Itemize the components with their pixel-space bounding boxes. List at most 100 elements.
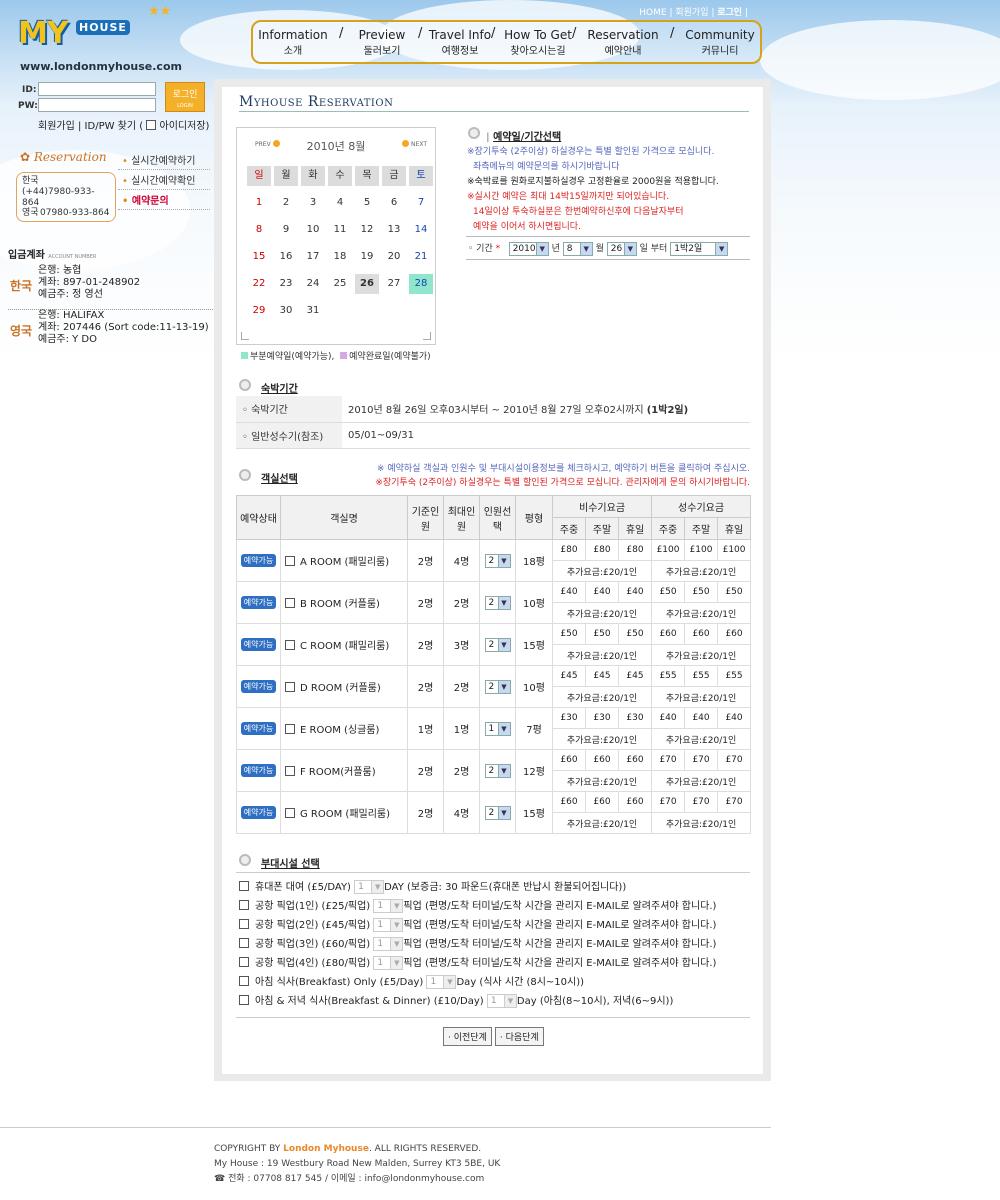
id-input[interactable] bbox=[38, 82, 156, 96]
facility-checkbox[interactable] bbox=[239, 995, 249, 1005]
calendar-day[interactable]: 19 bbox=[355, 247, 379, 267]
room-checkbox[interactable] bbox=[285, 682, 295, 692]
people-select[interactable]: 2 ▼ bbox=[484, 763, 511, 778]
calendar-day[interactable]: 15 bbox=[247, 247, 271, 267]
status-badge[interactable]: 예약가능 bbox=[240, 764, 277, 777]
facility-qty-select[interactable]: 1 ▼ bbox=[373, 918, 404, 932]
month-select[interactable]: 8 ▼ bbox=[562, 241, 593, 256]
calendar-next[interactable]: NEXT bbox=[402, 140, 427, 148]
calendar-day[interactable]: 10 bbox=[301, 220, 325, 240]
nav-information[interactable]: Information 소개 bbox=[257, 28, 329, 57]
calendar-day[interactable]: 24 bbox=[301, 274, 325, 294]
room-checkbox[interactable] bbox=[285, 724, 295, 734]
status-badge[interactable]: 예약가능 bbox=[240, 638, 277, 651]
status-badge[interactable]: 예약가능 bbox=[240, 596, 277, 609]
calendar-day[interactable]: 31 bbox=[301, 301, 325, 321]
calendar-day[interactable]: 13 bbox=[382, 220, 406, 240]
facility-qty-value: 1 bbox=[490, 996, 497, 1006]
calendar-day[interactable]: 17 bbox=[301, 247, 325, 267]
facility-qty-select[interactable]: 1 ▼ bbox=[354, 880, 385, 894]
calendar-day[interactable]: 2 bbox=[274, 193, 298, 213]
calendar-day[interactable]: 26 bbox=[355, 274, 379, 294]
calendar-day[interactable]: 18 bbox=[328, 247, 352, 267]
people-select[interactable]: 2 ▼ bbox=[484, 595, 511, 610]
room-checkbox[interactable] bbox=[285, 766, 295, 776]
calendar-day[interactable]: 1 bbox=[247, 193, 271, 213]
calendar-day[interactable]: 4 bbox=[328, 193, 352, 213]
join-link[interactable]: 회원가입 bbox=[38, 121, 75, 132]
home-link[interactable]: HOME bbox=[639, 8, 666, 18]
login-button[interactable]: 로그인 LOGIN bbox=[165, 82, 205, 112]
calendar-day[interactable]: 9 bbox=[274, 220, 298, 240]
pw-input[interactable] bbox=[38, 98, 156, 112]
people-select[interactable]: 2 ▼ bbox=[484, 553, 511, 568]
facility-qty-select[interactable]: 1 ▼ bbox=[373, 899, 404, 913]
calendar-day[interactable]: 21 bbox=[409, 247, 433, 267]
people-select[interactable]: 2 ▼ bbox=[484, 679, 511, 694]
facility-checkbox[interactable] bbox=[239, 938, 249, 948]
side-menu-list: 실시간예약하기 실시간예약확인 예약문의 bbox=[118, 150, 210, 210]
calendar-day[interactable]: 6 bbox=[382, 193, 406, 213]
save-id-checkbox[interactable] bbox=[146, 120, 157, 130]
status-badge[interactable]: 예약가능 bbox=[240, 806, 277, 819]
nav-how-to-get[interactable]: How To Get 찾아오시는길 bbox=[499, 28, 577, 57]
nav-community[interactable]: Community 커뮤니티 bbox=[681, 28, 759, 57]
period-label-text: 기간 bbox=[476, 244, 493, 254]
login-link[interactable]: 로그인 bbox=[717, 8, 742, 18]
calendar-day[interactable]: 3 bbox=[301, 193, 325, 213]
facility-item: 아침 & 저녁 식사(Breakfast & Dinner) (£10/Day)… bbox=[239, 992, 750, 1011]
people-select[interactable]: 2 ▼ bbox=[484, 805, 511, 820]
side-item-inquiry[interactable]: 예약문의 bbox=[118, 190, 210, 210]
calendar-day[interactable]: 5 bbox=[355, 193, 379, 213]
nav-preview[interactable]: Preview 둘러보기 bbox=[351, 28, 413, 57]
room-checkbox[interactable] bbox=[285, 598, 295, 608]
nav-separator: / bbox=[670, 26, 675, 41]
people-select[interactable]: 1 ▼ bbox=[484, 721, 511, 736]
calendar-day[interactable]: 8 bbox=[247, 220, 271, 240]
facility-checkbox[interactable] bbox=[239, 976, 249, 986]
facility-checkbox[interactable] bbox=[239, 900, 249, 910]
bank-title-sub: ACCOUNT NUMBER bbox=[48, 254, 97, 260]
calendar-day[interactable]: 12 bbox=[355, 220, 379, 240]
status-badge[interactable]: 예약가능 bbox=[240, 554, 277, 567]
nav-travel-info[interactable]: Travel Info 여행정보 bbox=[427, 28, 493, 57]
price-off: £60 bbox=[617, 791, 653, 813]
facility-qty-select[interactable]: 1 ▼ bbox=[426, 975, 457, 989]
calendar-day[interactable]: 28 bbox=[409, 274, 433, 294]
next-step-button[interactable]: · 다음단계 bbox=[494, 1027, 544, 1046]
day-select[interactable]: 26 ▼ bbox=[606, 241, 637, 256]
status-badge[interactable]: 예약가능 bbox=[240, 680, 277, 693]
nights-select[interactable]: 1박2일 ▼ bbox=[670, 241, 729, 256]
calendar-day[interactable]: 14 bbox=[409, 220, 433, 240]
nav-reservation[interactable]: Reservation 예약안내 bbox=[583, 28, 663, 57]
calendar-day[interactable]: 30 bbox=[274, 301, 298, 321]
facility-checkbox[interactable] bbox=[239, 919, 249, 929]
people-select[interactable]: 2 ▼ bbox=[484, 637, 511, 652]
calendar-day[interactable]: 29 bbox=[247, 301, 271, 321]
calendar-day[interactable]: 23 bbox=[274, 274, 298, 294]
join-link[interactable]: 회원가입 bbox=[675, 8, 708, 18]
facility-qty-select[interactable]: 1 ▼ bbox=[373, 937, 404, 951]
calendar-day[interactable]: 20 bbox=[382, 247, 406, 267]
facility-checkbox[interactable] bbox=[239, 881, 249, 891]
calendar-day[interactable]: 27 bbox=[382, 274, 406, 294]
side-item-realtime-booking[interactable]: 실시간예약하기 bbox=[118, 150, 210, 170]
calendar-day[interactable]: 11 bbox=[328, 220, 352, 240]
year-select[interactable]: 2010 ▼ bbox=[508, 241, 549, 256]
room-checkbox[interactable] bbox=[285, 556, 295, 566]
prev-step-button[interactable]: · 이전단계 bbox=[443, 1027, 492, 1046]
find-id-pw-link[interactable]: ID/PW 찾기 bbox=[85, 121, 137, 132]
calendar-day[interactable]: 16 bbox=[274, 247, 298, 267]
side-item-booking-check[interactable]: 실시간예약확인 bbox=[118, 170, 210, 190]
calendar-prev[interactable]: PREV bbox=[255, 140, 280, 148]
calendar-day[interactable]: 25 bbox=[328, 274, 352, 294]
room-checkbox[interactable] bbox=[285, 640, 295, 650]
status-badge[interactable]: 예약가능 bbox=[240, 722, 277, 735]
calendar-day[interactable]: 7 bbox=[409, 193, 433, 213]
room-checkbox[interactable] bbox=[285, 808, 295, 818]
facility-qty-select[interactable]: 1 ▼ bbox=[486, 994, 517, 1008]
price-off: £60 bbox=[585, 791, 619, 813]
facility-checkbox[interactable] bbox=[239, 957, 249, 967]
facility-qty-select[interactable]: 1 ▼ bbox=[373, 956, 404, 970]
calendar-day[interactable]: 22 bbox=[247, 274, 271, 294]
